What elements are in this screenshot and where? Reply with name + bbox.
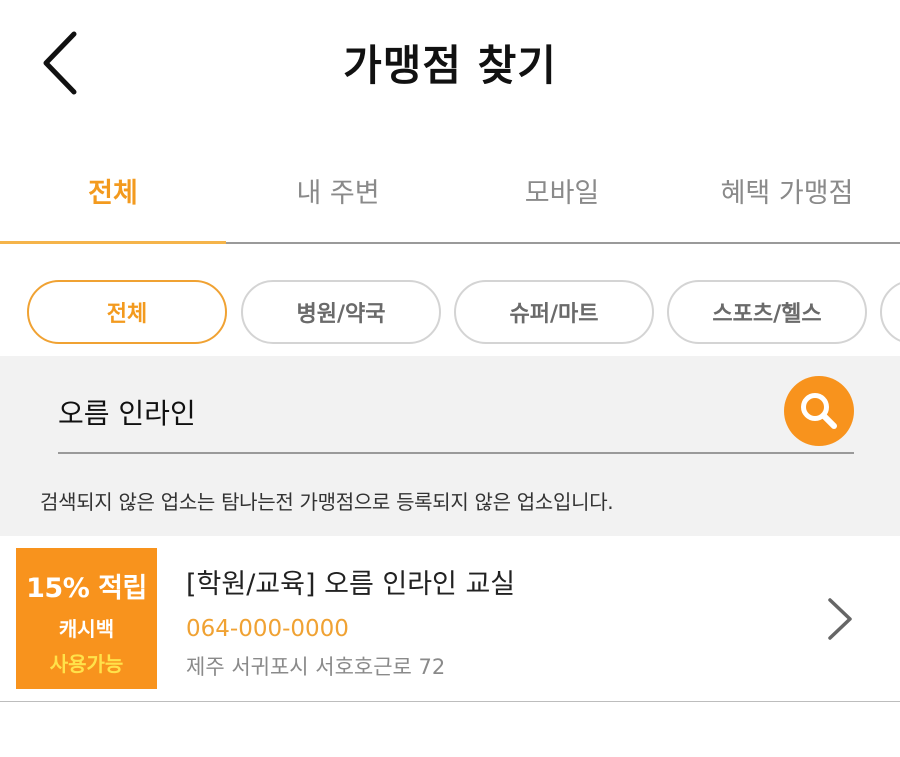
category-chips: 전체 병원/약국 슈퍼/마트 스포츠/헬스 [0,280,900,344]
badge-rate: 15% 적립 [26,573,147,604]
badge-cashback: 캐시백 [58,617,115,641]
search-input[interactable] [58,384,778,440]
tab-nearby[interactable]: 내 주변 [226,138,450,242]
chip-all[interactable]: 전체 [27,280,227,344]
tab-benefit-stores[interactable]: 혜택 가맹점 [674,138,900,242]
chevron-right-icon[interactable] [824,596,856,642]
chip-more[interactable] [880,280,900,344]
header: 가맹점 찾기 [0,0,900,138]
store-phone[interactable]: 064-000-0000 [186,616,349,642]
search-icon [801,393,837,429]
page-title: 가맹점 찾기 [343,41,557,90]
chip-hospital-pharmacy[interactable]: 병원/약국 [241,280,441,344]
tab-active-indicator [0,241,226,244]
chip-super-mart[interactable]: 슈퍼/마트 [454,280,654,344]
search-notice: 검색되지 않은 업소는 탐나는전 가맹점으로 등록되지 않은 업소입니다. [40,490,614,514]
search-area: 검색되지 않은 업소는 탐나는전 가맹점으로 등록되지 않은 업소입니다. [0,356,900,536]
tab-mobile[interactable]: 모바일 [450,138,674,242]
badge-usable: 사용가능 [49,652,124,676]
chip-sports-health[interactable]: 스포츠/헬스 [667,280,867,344]
store-name: [학원/교육] 오름 인라인 교실 [186,569,516,600]
tab-bar: 전체 내 주변 모바일 혜택 가맹점 [0,138,900,244]
cashback-badge: 15% 적립 캐시백 사용가능 [16,548,157,689]
search-underline [58,452,854,454]
store-address: 제주 서귀포시 서호호근로 72 [186,655,446,679]
search-button[interactable] [784,376,854,446]
tab-all[interactable]: 전체 [0,138,226,242]
list-item[interactable]: 15% 적립 캐시백 사용가능 [학원/교육] 오름 인라인 교실 064-00… [0,536,900,702]
